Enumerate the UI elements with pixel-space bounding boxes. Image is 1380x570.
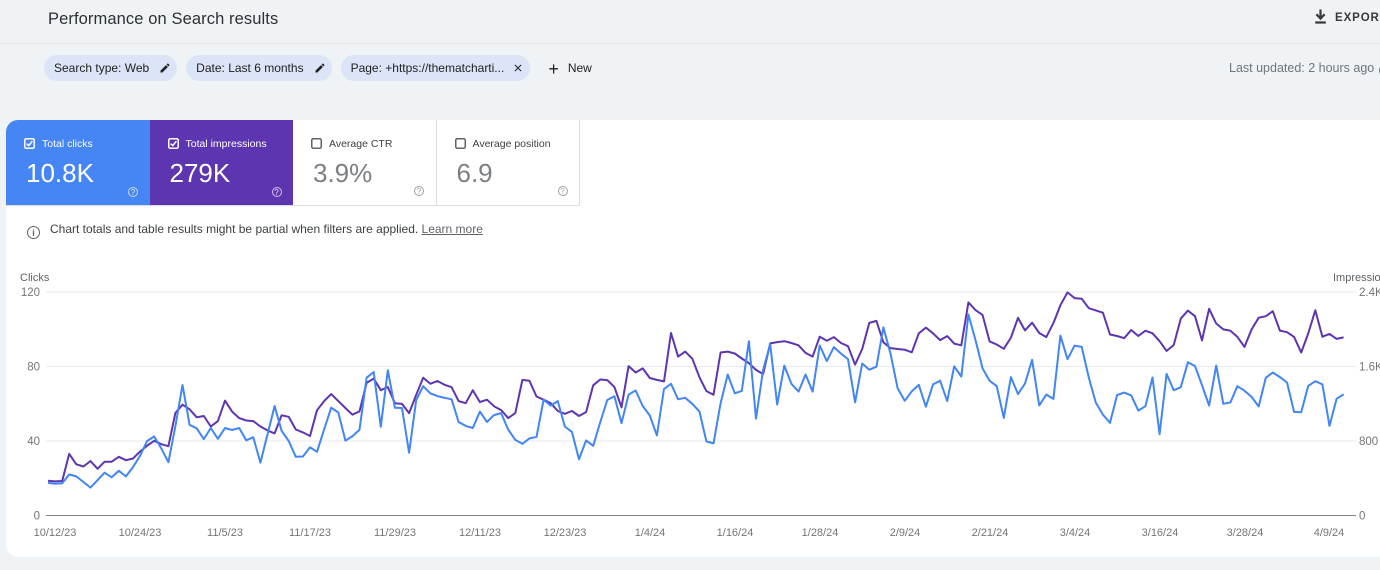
svg-text:10/24/23: 10/24/23 <box>119 527 162 539</box>
svg-text:800: 800 <box>1359 436 1378 448</box>
svg-text:3/28/24: 3/28/24 <box>1227 527 1264 539</box>
svg-text:12/11/23: 12/11/23 <box>459 527 501 539</box>
svg-text:1.6K: 1.6K <box>1359 362 1380 374</box>
svg-text:10/12/23: 10/12/23 <box>34 527 77 539</box>
svg-text:80: 80 <box>27 362 40 374</box>
svg-text:Clicks: Clicks <box>20 272 50 284</box>
svg-text:Impressions: Impressions <box>1333 272 1380 284</box>
svg-text:11/17/23: 11/17/23 <box>289 527 331 539</box>
svg-text:40: 40 <box>27 436 40 448</box>
svg-text:2.4K: 2.4K <box>1359 287 1380 299</box>
svg-text:120: 120 <box>21 287 40 299</box>
svg-text:1/16/24: 1/16/24 <box>717 527 754 539</box>
svg-text:3/16/24: 3/16/24 <box>1142 527 1179 539</box>
svg-text:0: 0 <box>34 511 40 523</box>
svg-text:1/4/24: 1/4/24 <box>635 527 666 539</box>
svg-text:2/9/24: 2/9/24 <box>890 527 921 539</box>
svg-text:0: 0 <box>1359 511 1365 523</box>
svg-text:12/23/23: 12/23/23 <box>544 527 587 539</box>
svg-text:1/28/24: 1/28/24 <box>802 527 839 539</box>
svg-text:11/29/23: 11/29/23 <box>374 527 416 539</box>
svg-text:2/21/24: 2/21/24 <box>972 527 1009 539</box>
svg-text:4/9/24: 4/9/24 <box>1314 527 1345 539</box>
svg-text:11/5/23: 11/5/23 <box>207 527 243 539</box>
svg-text:3/4/24: 3/4/24 <box>1060 527 1091 539</box>
